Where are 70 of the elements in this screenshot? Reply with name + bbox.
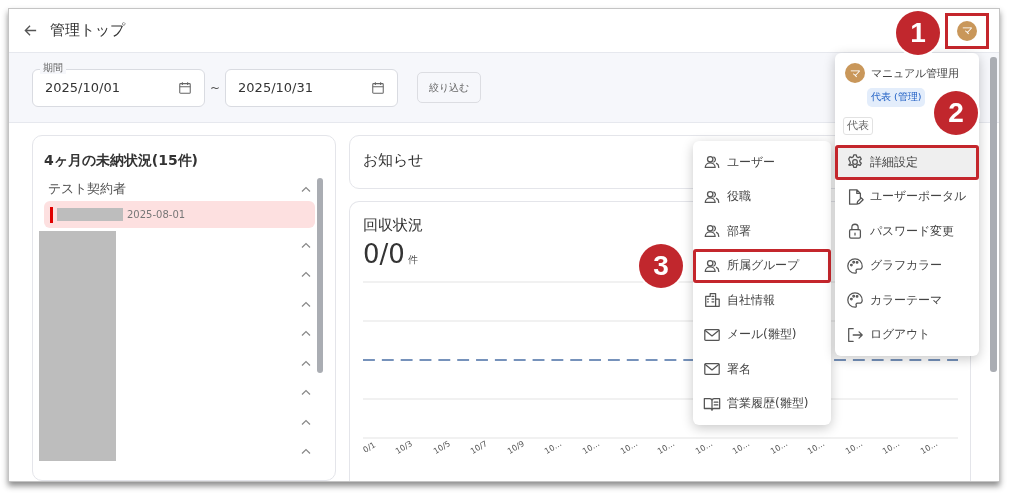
count-unit: 件	[407, 253, 418, 267]
chevron-up-icon[interactable]	[299, 269, 313, 280]
axis-label: 10…	[543, 439, 564, 456]
axis-label: 10/9	[506, 439, 527, 456]
menu-item[interactable]: グラフカラー	[835, 248, 979, 283]
palette-icon	[846, 291, 864, 310]
step-number-badge: 2	[934, 91, 978, 135]
axis-label: 10…	[618, 439, 639, 456]
lock-icon	[846, 222, 864, 241]
menu-item[interactable]: カラーテーマ	[835, 283, 979, 318]
card-title: 回収状況	[363, 216, 423, 235]
range-separator: ~	[209, 80, 222, 95]
card-title: 4ヶ月の未納状況(15件)	[44, 152, 199, 170]
calendar-icon[interactable]	[371, 80, 386, 95]
axis-label: 10…	[731, 439, 752, 456]
step-number-badge: 1	[896, 11, 940, 55]
menu-item[interactable]: 署名	[693, 352, 831, 387]
user-name: マニュアル管理用	[871, 65, 959, 81]
chevron-up-icon[interactable]	[299, 328, 313, 339]
menu-item[interactable]: 役職	[693, 179, 831, 214]
building-icon	[703, 291, 721, 310]
menu-item[interactable]: ログアウト	[835, 317, 979, 352]
date-field[interactable]: 2025/10/31	[225, 68, 399, 107]
scrollbar-thumb[interactable]	[317, 178, 323, 373]
logout-icon	[846, 325, 864, 344]
collection-count: 0/0	[363, 239, 405, 269]
field-label: 期間	[40, 61, 66, 74]
card-title: お知らせ	[363, 151, 423, 170]
avatar: マ	[845, 63, 865, 83]
axis-label: 10/5	[431, 439, 452, 456]
scrollbar-thumb[interactable]	[990, 57, 997, 372]
back-arrow-icon[interactable]	[23, 23, 38, 38]
date-value: 2025/10/31	[238, 80, 314, 95]
chevron-up-icon[interactable]	[299, 184, 313, 194]
chevron-up-icon[interactable]	[299, 446, 313, 457]
menu-item[interactable]: ユーザーポータル	[835, 179, 979, 214]
contractor-name: テスト契約者	[48, 180, 126, 198]
axis-label: 10…	[843, 439, 864, 456]
role-tag[interactable]: 代表	[843, 117, 873, 135]
role-chip: 代表 (管理)	[867, 88, 926, 107]
menu-item[interactable]: メール(雛型)	[693, 317, 831, 352]
menu-item[interactable]: 部署	[693, 214, 831, 249]
axis-label: 10…	[693, 439, 714, 456]
axis-label: 10…	[918, 439, 939, 456]
filter-button[interactable]: 絞り込む	[417, 72, 482, 103]
status-bar-mark	[50, 206, 53, 223]
menu-item[interactable]: 所属グループ	[693, 248, 831, 283]
chevron-up-icon[interactable]	[299, 387, 313, 398]
step-number-badge: 3	[639, 244, 683, 288]
redaction-block	[57, 208, 123, 221]
calendar-icon[interactable]	[178, 80, 192, 95]
document-icon	[846, 187, 864, 206]
axis-label: 10…	[656, 439, 677, 456]
axis-label: 10…	[881, 439, 902, 456]
menu-item[interactable]: パスワード変更	[835, 214, 979, 249]
due-date: 2025-08-01	[127, 209, 186, 220]
menu-item[interactable]: ユーザー	[693, 145, 831, 180]
palette-icon	[846, 256, 864, 275]
axis-label: 10…	[806, 439, 827, 456]
menu-item[interactable]: 営業履歴(雛型)	[693, 386, 831, 421]
page-title: 管理トップ	[50, 21, 125, 40]
axis-label: 10…	[768, 439, 789, 456]
axis-label: 0/1	[361, 440, 378, 455]
axis-label: 10…	[580, 439, 602, 456]
avatar: マ	[957, 20, 977, 41]
overdue-entry[interactable]: 2025-08-01	[44, 201, 315, 228]
menu-item[interactable]: 詳細設定	[835, 145, 979, 180]
date-value: 2025/10/01	[45, 80, 121, 95]
axis-label: 10/3	[394, 439, 415, 456]
menu-item[interactable]: 自社情報	[693, 283, 831, 318]
